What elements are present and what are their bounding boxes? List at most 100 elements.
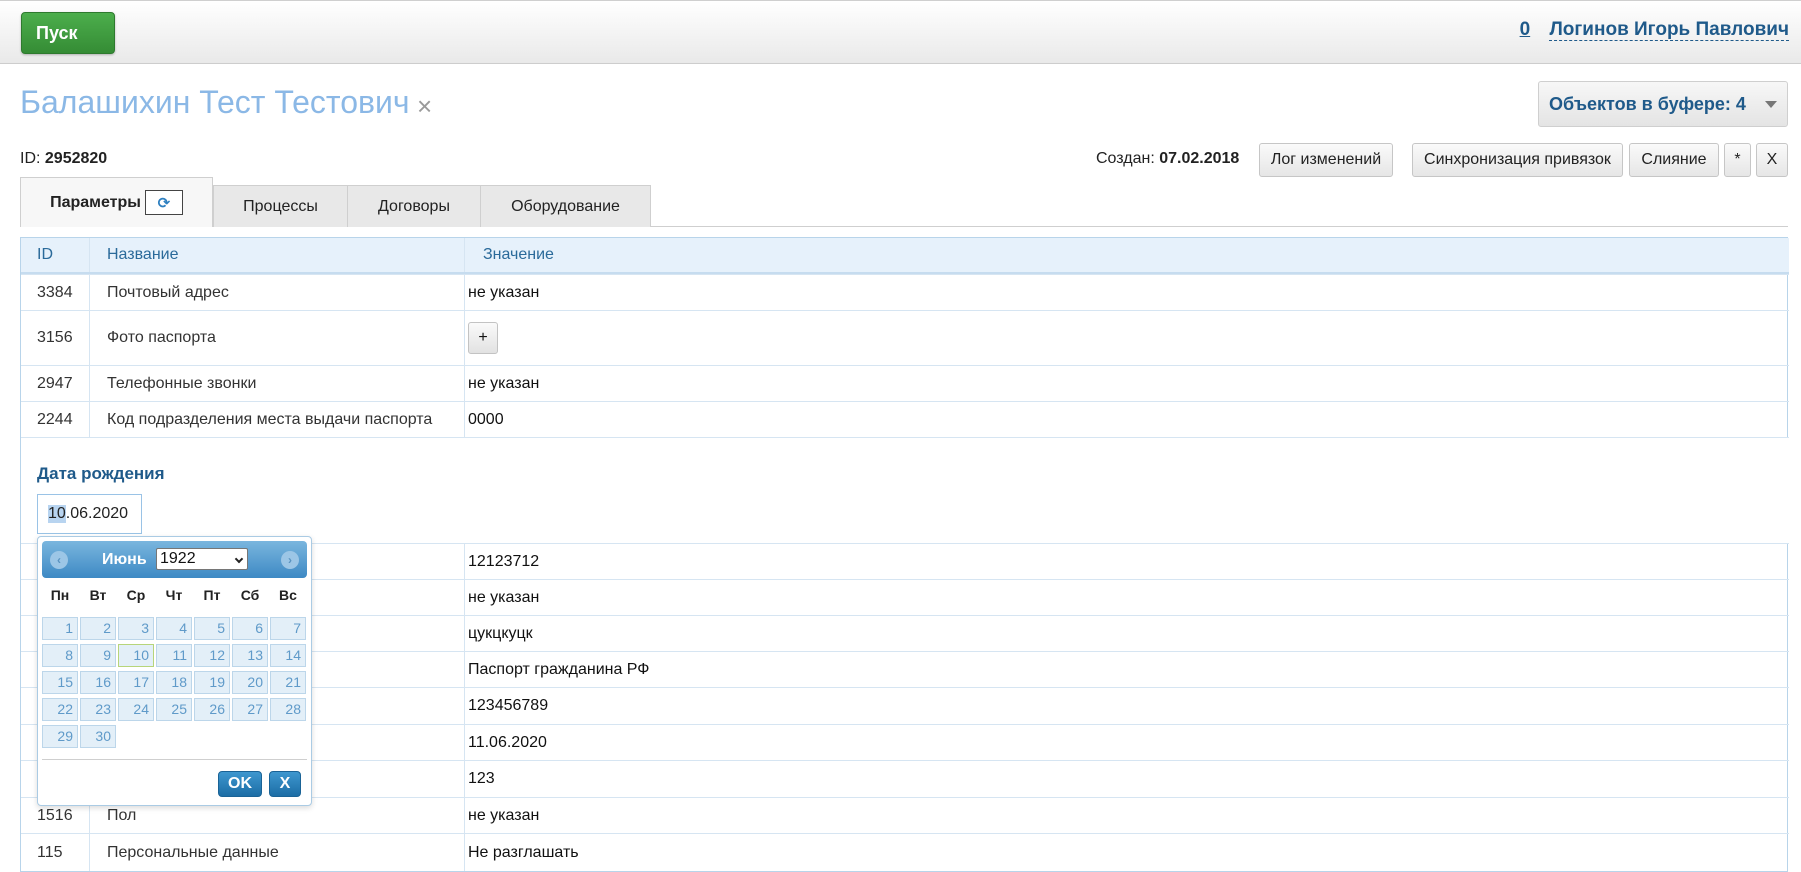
- row-name: Телефонные звонки: [90, 366, 465, 401]
- top-bar: Пуск 0 Логинов Игорь Павлович: [0, 0, 1801, 64]
- row-id: 3384: [21, 275, 90, 310]
- star-button[interactable]: *: [1724, 143, 1751, 177]
- table-row[interactable]: 3156 Фото паспорта +: [21, 310, 1789, 365]
- close-title-icon[interactable]: ×: [417, 91, 432, 122]
- calendar-day[interactable]: 8: [42, 644, 78, 667]
- calendar-day[interactable]: 19: [194, 671, 230, 694]
- start-button[interactable]: Пуск: [21, 12, 115, 54]
- year-value: 1922: [160, 550, 196, 567]
- ok-button[interactable]: OK: [218, 771, 262, 797]
- created-value: 07.02.2018: [1159, 150, 1240, 167]
- add-photo-button[interactable]: +: [468, 322, 498, 354]
- tab-parameters[interactable]: Параметры ⟳: [20, 177, 213, 227]
- row-value[interactable]: 123: [465, 761, 1789, 797]
- weekday-label: Ср: [126, 587, 146, 603]
- chevron-down-icon: [234, 554, 244, 564]
- row-value[interactable]: 123456789: [465, 688, 1789, 724]
- weekday-label: Чт: [165, 587, 183, 603]
- calendar-day[interactable]: 24: [118, 698, 154, 721]
- year-select[interactable]: 1922: [156, 548, 248, 570]
- calendar-day[interactable]: 29: [42, 725, 78, 748]
- sync-links-button[interactable]: Синхронизация привязок: [1412, 143, 1623, 177]
- notification-counter[interactable]: 0: [1520, 19, 1531, 40]
- created-info: Создан: 07.02.2018: [1096, 150, 1239, 168]
- refresh-icon[interactable]: ⟳: [144, 190, 183, 215]
- calendar-day[interactable]: 5: [194, 617, 230, 640]
- calendar-day[interactable]: 7: [270, 617, 306, 640]
- date-of-birth-label: Дата рождения: [37, 464, 165, 483]
- calendar-day[interactable]: 3: [118, 617, 154, 640]
- row-value[interactable]: цукцкуцк: [465, 616, 1789, 651]
- tab-label: Процессы: [243, 197, 318, 215]
- calendar-day[interactable]: 22: [42, 698, 78, 721]
- tab-label: Договоры: [378, 197, 450, 215]
- header-id[interactable]: ID: [21, 238, 90, 272]
- tab-equipment[interactable]: Оборудование: [480, 185, 651, 227]
- table-row[interactable]: 3384 Почтовый адрес не указан: [21, 274, 1789, 310]
- calendar-day[interactable]: 16: [80, 671, 116, 694]
- row-value[interactable]: 11.06.2020: [465, 725, 1789, 760]
- calendar-day[interactable]: 14: [270, 644, 306, 667]
- calendar-day[interactable]: 13: [232, 644, 268, 667]
- calendar-day[interactable]: 26: [194, 698, 230, 721]
- tab-processes[interactable]: Процессы: [213, 185, 348, 227]
- calendar-day[interactable]: 9: [80, 644, 116, 667]
- chevron-down-icon: [1765, 101, 1777, 108]
- row-value[interactable]: Паспорт гражданина РФ: [465, 652, 1789, 687]
- calendar-day[interactable]: 27: [232, 698, 268, 721]
- row-name: Персональные данные: [90, 834, 465, 871]
- row-value[interactable]: 0000: [465, 402, 1789, 437]
- date-of-birth-input[interactable]: 10.06.2020: [37, 494, 142, 534]
- table-row[interactable]: 115 Персональные данные Не разглашать: [21, 833, 1789, 871]
- calendar-day[interactable]: 1: [42, 617, 78, 640]
- row-id: 115: [21, 834, 90, 871]
- tab-contracts[interactable]: Договоры: [347, 185, 481, 227]
- row-name: Код подразделения места выдачи паспорта: [90, 402, 465, 437]
- row-name: Почтовый адрес: [90, 275, 465, 310]
- calendar-day[interactable]: 18: [156, 671, 192, 694]
- row-value[interactable]: не указан: [465, 275, 1789, 310]
- calendar-day-selected[interactable]: 10: [118, 644, 154, 667]
- prev-month-icon[interactable]: ‹: [50, 551, 68, 569]
- merge-button[interactable]: Слияние: [1629, 143, 1719, 177]
- calendar-day[interactable]: 15: [42, 671, 78, 694]
- row-value[interactable]: не указан: [465, 366, 1789, 401]
- date-picker-divider: [42, 759, 307, 760]
- calendar-day[interactable]: 23: [80, 698, 116, 721]
- tab-label: Оборудование: [511, 197, 620, 215]
- row-id: 2947: [21, 366, 90, 401]
- buffer-label: Объектов в буфере: 4: [1549, 93, 1746, 114]
- calendar-day[interactable]: 6: [232, 617, 268, 640]
- calendar-day[interactable]: 2: [80, 617, 116, 640]
- calendar-day[interactable]: 30: [80, 725, 116, 748]
- row-id: 3156: [21, 311, 90, 365]
- header-value[interactable]: Значение: [465, 238, 1789, 272]
- header-name[interactable]: Название: [90, 238, 465, 272]
- object-id: ID: 2952820: [20, 150, 107, 168]
- selected-text: 10: [48, 505, 66, 523]
- next-month-icon[interactable]: ›: [281, 551, 299, 569]
- calendar-day[interactable]: 25: [156, 698, 192, 721]
- weekday-label: Вт: [89, 587, 107, 603]
- calendar-day[interactable]: 17: [118, 671, 154, 694]
- table-row[interactable]: 2244 Код подразделения места выдачи пасп…: [21, 401, 1789, 437]
- buffer-dropdown[interactable]: Объектов в буфере: 4: [1538, 81, 1788, 127]
- row-value[interactable]: Не разглашать: [465, 834, 1789, 871]
- user-name-link[interactable]: Логинов Игорь Павлович: [1549, 19, 1789, 41]
- calendar-day[interactable]: 12: [194, 644, 230, 667]
- row-value[interactable]: не указан: [465, 798, 1789, 833]
- calendar-day[interactable]: 11: [156, 644, 192, 667]
- row-value: +: [465, 311, 1789, 365]
- table-row[interactable]: 2947 Телефонные звонки не указан: [21, 365, 1789, 401]
- id-value: 2952820: [44, 150, 108, 167]
- calendar-day[interactable]: 21: [270, 671, 306, 694]
- row-value[interactable]: не указан: [465, 580, 1789, 615]
- row-value[interactable]: 12123712: [465, 544, 1789, 579]
- close-object-button[interactable]: X: [1756, 143, 1788, 177]
- calendar-day[interactable]: 20: [232, 671, 268, 694]
- change-log-button[interactable]: Лог изменений: [1259, 143, 1393, 177]
- calendar-day[interactable]: 4: [156, 617, 192, 640]
- cancel-button[interactable]: X: [269, 771, 301, 797]
- table-header: ID Название Значение: [21, 238, 1789, 274]
- calendar-day[interactable]: 28: [270, 698, 306, 721]
